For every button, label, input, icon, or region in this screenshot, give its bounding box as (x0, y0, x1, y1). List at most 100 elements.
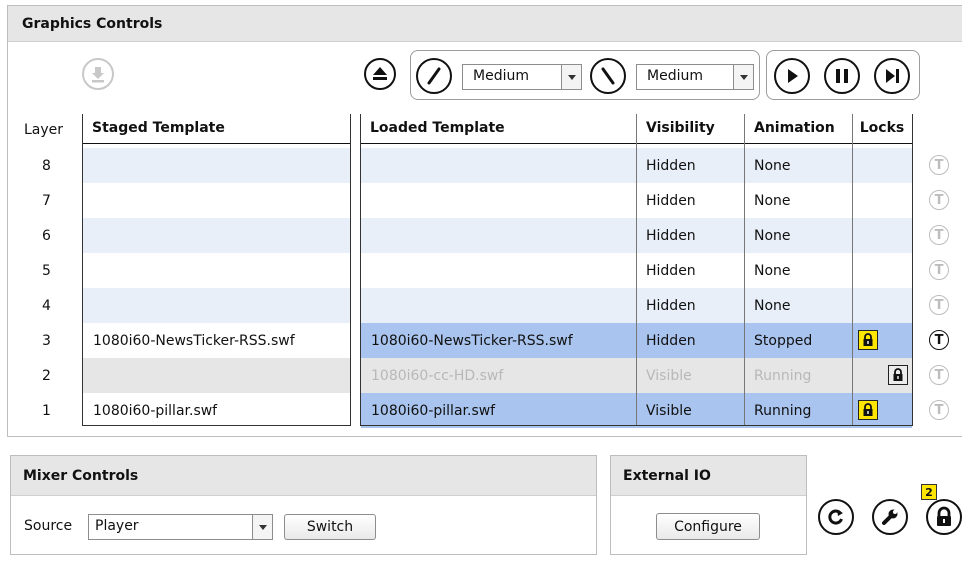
visibility-value: Hidden (646, 333, 696, 349)
layer-lock-toggle[interactable] (888, 365, 908, 385)
eject-button[interactable] (364, 58, 396, 90)
layer-lock-toggle[interactable] (858, 330, 878, 350)
table-row[interactable]: 6 Hidden None T (0, 218, 962, 253)
table-row[interactable]: 1 1080i60-pillar.swf 1080i60-pillar.swf Vis… (0, 393, 962, 428)
visibility-value: Hidden (646, 298, 696, 314)
visibility-value: Visible (646, 403, 692, 419)
lock-icon (863, 333, 873, 346)
chevron-down-icon[interactable] (252, 515, 272, 539)
staged-cell-background (83, 288, 350, 323)
table-row[interactable]: 3 1080i60-NewsTicker-RSS.swf 1080i60-NewsT… (0, 323, 962, 358)
take-layer-icon[interactable]: T (929, 190, 949, 210)
play-icon (788, 69, 798, 83)
take-layer-icon[interactable]: T (929, 225, 949, 245)
table-row[interactable]: 8 Hidden None T (0, 148, 962, 183)
layer-number: 1 (42, 403, 51, 419)
mixer-controls-title: Mixer Controls (23, 468, 139, 484)
loaded-table-left-border (360, 114, 361, 426)
staged-table-left-border (82, 114, 83, 426)
wrench-icon (882, 509, 898, 525)
clear-speed-value: Medium (647, 68, 703, 84)
graphics-controls-title: Graphics Controls (22, 16, 163, 32)
staged-table-right-border (350, 114, 351, 426)
stage-download-button[interactable] (82, 58, 114, 90)
staged-template-header: Staged Template (82, 114, 350, 144)
loaded-table-bottom-border (360, 425, 913, 426)
layer-number: 5 (42, 263, 51, 279)
locks-header-label: Locks (859, 120, 905, 136)
take-layer-icon[interactable]: T (929, 260, 949, 280)
locks-header: Locks (852, 114, 912, 144)
skip-next-icon (886, 69, 899, 83)
animation-value: Stopped (754, 333, 813, 349)
animation-value: None (754, 228, 791, 244)
staged-template-name: 1080i60-pillar.swf (93, 403, 218, 419)
take-layer-icon[interactable]: T (929, 330, 949, 350)
mixer-controls-panel: Mixer Controls (10, 455, 597, 555)
loaded-template-name: 1080i60-pillar.swf (371, 403, 496, 419)
take-layer-icon[interactable]: T (929, 295, 949, 315)
take-layer-icon[interactable]: T (929, 365, 949, 385)
take-layer-icon[interactable]: T (929, 400, 949, 420)
chevron-down-icon[interactable] (733, 65, 753, 89)
mixer-controls-header: Mixer Controls (11, 456, 596, 496)
table-row[interactable]: 2 1080i60-cc-HD.swf Visible Running T (0, 358, 962, 393)
animation-value: None (754, 193, 791, 209)
visibility-header: Visibility (636, 114, 744, 144)
animation-divider (852, 114, 853, 426)
source-value: Player (95, 518, 139, 534)
table-row[interactable]: 4 Hidden None T (0, 288, 962, 323)
layer-number: 8 (42, 158, 51, 174)
table-row[interactable]: 7 Hidden None T (0, 183, 962, 218)
refresh-button[interactable] (818, 499, 854, 535)
play-button[interactable] (774, 58, 810, 94)
fill-speed-dropdown[interactable]: Medium (462, 64, 582, 90)
staged-cell-background (83, 183, 350, 218)
clear-transition-button[interactable] (590, 58, 626, 94)
settings-button[interactable] (872, 499, 908, 535)
loaded-template-header-label: Loaded Template (370, 120, 505, 136)
fill-speed-value: Medium (473, 68, 529, 84)
source-dropdown[interactable]: Player (88, 514, 273, 540)
lock-icon (893, 368, 903, 381)
layer-column-header: Layer (24, 122, 64, 138)
visibility-header-label: Visibility (646, 120, 715, 136)
take-layer-icon[interactable]: T (929, 155, 949, 175)
staged-template-header-label: Staged Template (92, 120, 225, 136)
animation-value: None (754, 158, 791, 174)
staged-template-name: 1080i60-NewsTicker-RSS.swf (93, 333, 295, 349)
refresh-icon (828, 509, 843, 525)
eject-icon (373, 67, 387, 80)
layer-number: 7 (42, 193, 51, 209)
loaded-table-right-border (912, 114, 913, 426)
configure-button[interactable]: Configure (656, 513, 760, 540)
staged-cell-background (83, 148, 350, 183)
source-label: Source (24, 518, 73, 534)
visibility-value: Hidden (646, 228, 696, 244)
visibility-value: Hidden (646, 263, 696, 279)
loaded-template-header: Loaded Template (360, 114, 636, 144)
lock-all-button[interactable] (926, 499, 962, 535)
clear-speed-dropdown[interactable]: Medium (636, 64, 754, 90)
switch-button[interactable]: Switch (284, 514, 376, 540)
layer-number: 3 (42, 333, 51, 349)
animation-value: Running (754, 403, 812, 419)
staged-cell-background (83, 358, 350, 393)
external-io-title: External IO (623, 468, 711, 484)
animation-value: None (754, 298, 791, 314)
fill-transition-button[interactable] (416, 58, 452, 94)
lock-icon (937, 506, 951, 526)
download-arrow-icon (92, 67, 104, 83)
layer-number: 4 (42, 298, 51, 314)
visibility-value: Hidden (646, 193, 696, 209)
layer-lock-toggle[interactable] (858, 400, 878, 420)
slash-forward-icon (427, 67, 441, 85)
table-row[interactable]: 5 Hidden None T (0, 253, 962, 288)
animation-header: Animation (744, 114, 852, 144)
external-io-header: External IO (611, 456, 806, 496)
chevron-down-icon[interactable] (561, 65, 581, 89)
next-button[interactable] (874, 58, 910, 94)
visibility-value: Visible (646, 368, 692, 384)
pause-button[interactable] (824, 58, 860, 94)
layer-number: 2 (42, 368, 51, 384)
